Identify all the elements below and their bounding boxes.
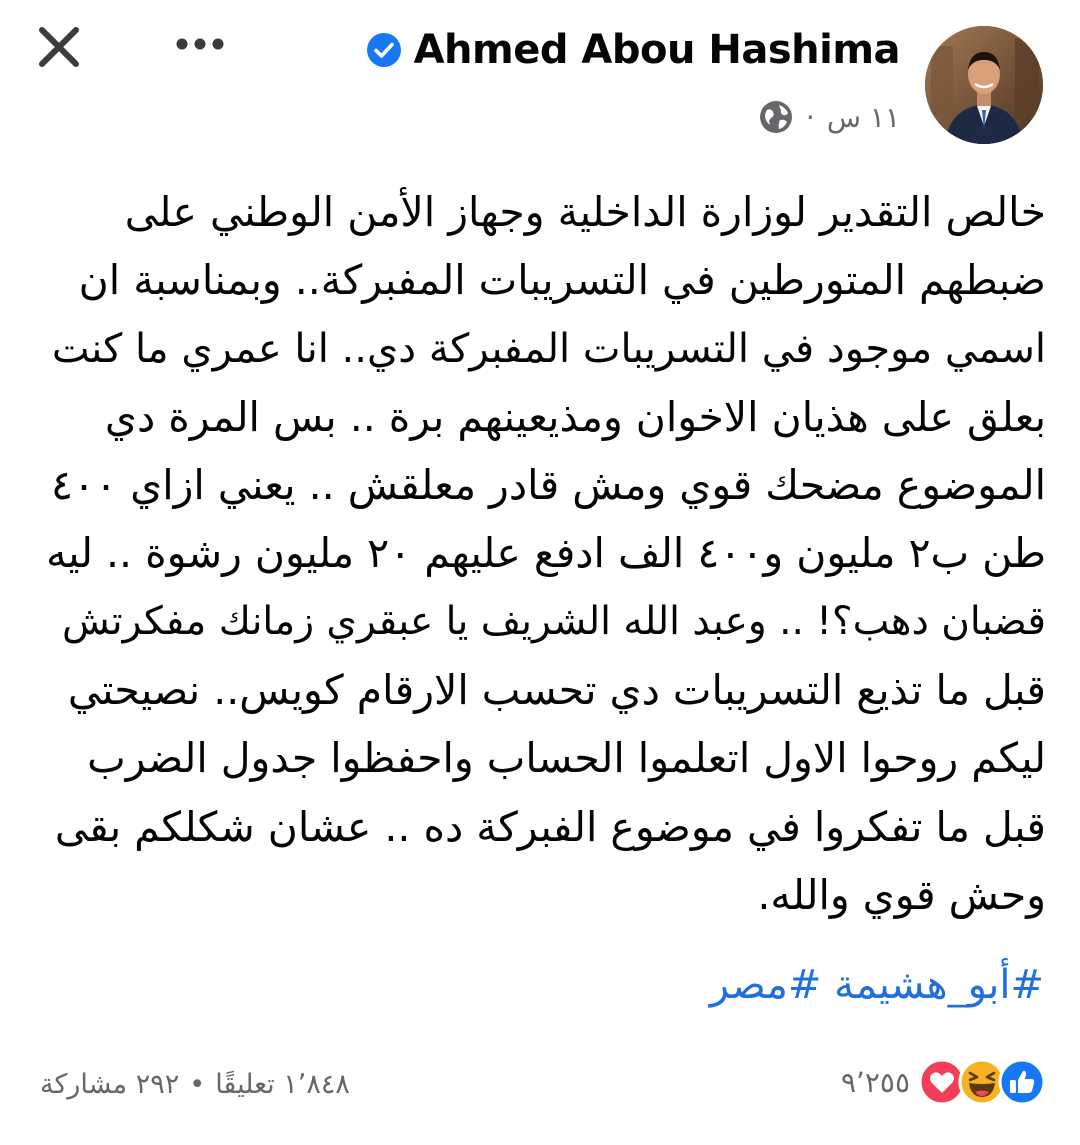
post-text-line: بعلق على هذيان الاخوان ومذيعينهم برة .. …	[104, 392, 1046, 441]
post-text-line: طن ب٢ مليون و٤٠٠ الف ادفع عليهم ٢٠ مليون…	[46, 529, 1046, 578]
close-button[interactable]	[34, 22, 84, 72]
post-text-line: وحش قوي والله.	[757, 870, 1046, 919]
post-meta: · ١١ س	[758, 95, 900, 139]
globe-icon[interactable]	[758, 99, 794, 135]
author-row: Ahmed Abou Hashima	[366, 22, 901, 78]
avatar[interactable]	[925, 26, 1043, 144]
hashtags: #أبو_هشيمة #مصر	[710, 955, 1044, 1015]
post-text-line: قضبان دهب؟! .. وعبد الله الشريف يا عبقري…	[62, 598, 1046, 644]
close-icon	[39, 27, 79, 67]
post-text-line: خالص التقدير لوزارة الداخلية وجهاز الأمن…	[124, 188, 1046, 236]
post-text: خالص التقدير لوزارة الداخلية وجهاز الأمن…	[38, 178, 1046, 929]
hashtag-link[interactable]: #مصر	[710, 962, 822, 1008]
hashtag-link[interactable]: #أبو_هشيمة	[834, 962, 1044, 1008]
post-text-line: اسمي موجود في التسريبات المفبركة دي.. ان…	[51, 325, 1046, 372]
verified-badge-icon	[366, 32, 402, 68]
reactions-summary[interactable]: ٩٬٢٥٥	[841, 1054, 1046, 1110]
comments-count[interactable]: ١٬٨٤٨ تعليقًا	[215, 1069, 350, 1100]
post-text-line: قبل ما تفكروا في موضوع الفبركة ده .. عشا…	[54, 802, 1046, 851]
engagement-stats: ١٬٨٤٨ تعليقًا • ٢٩٢ مشاركة	[40, 1062, 350, 1106]
post-header: Ahmed Abou Hashima · ١١ س	[0, 0, 1080, 160]
more-options-icon	[176, 38, 224, 50]
post-text-line: ليكم روحوا الاول اتعلموا الحساب واحفظوا …	[87, 734, 1046, 783]
stats-separator: •	[189, 1068, 206, 1100]
author-name[interactable]: Ahmed Abou Hashima	[414, 27, 901, 73]
post-text-line: ضبطهم المتورطين في التسريبات المفبركة.. …	[78, 256, 1046, 305]
post-footer: ١٬٨٤٨ تعليقًا • ٢٩٢ مشاركة ٩٬٢٥٥	[0, 1048, 1080, 1118]
reaction-count: ٩٬٢٥٥	[840, 1065, 910, 1099]
shares-count[interactable]: ٢٩٢ مشاركة	[40, 1069, 179, 1100]
post-timestamp[interactable]: ١١ س	[827, 101, 900, 134]
post-text-line: قبل ما تذيع التسريبات دي تحسب الارقام كو…	[67, 666, 1046, 715]
like-icon	[998, 1058, 1046, 1106]
meta-separator: ·	[805, 100, 815, 134]
post-text-line: الموضوع مضحك قوي ومش قادر معلقش .. يعني …	[51, 461, 1046, 510]
more-options-button[interactable]	[170, 24, 230, 64]
